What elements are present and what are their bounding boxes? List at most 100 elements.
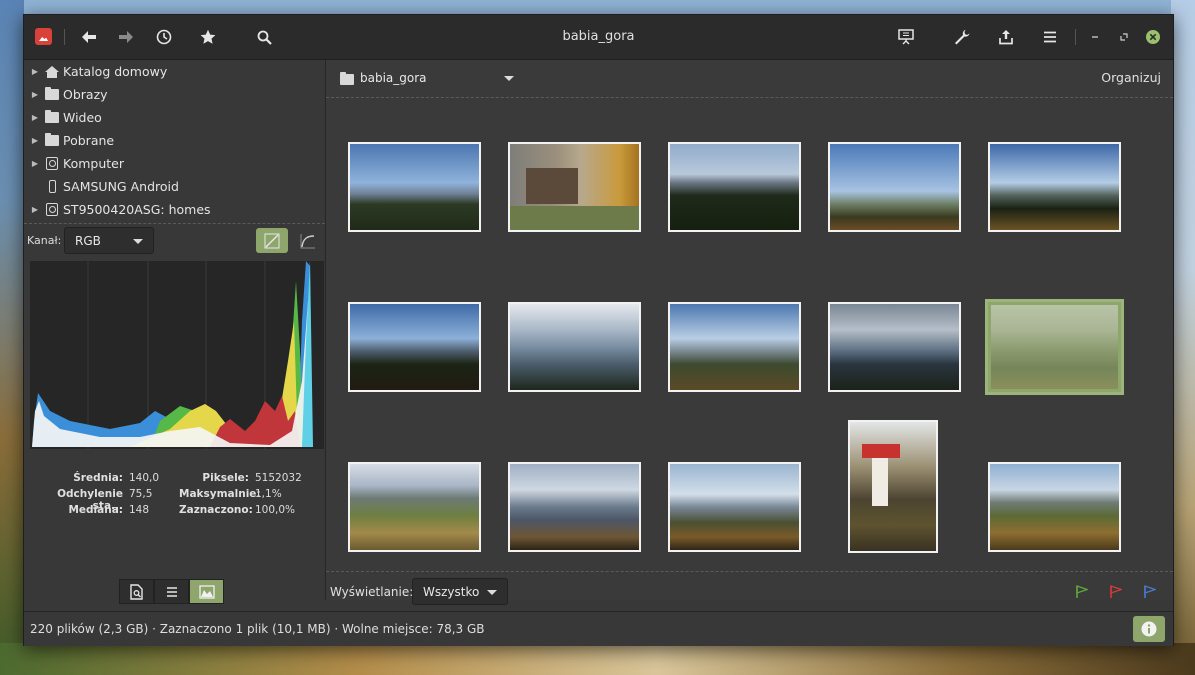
folder-icon bbox=[45, 110, 59, 123]
thumbnail[interactable] bbox=[828, 142, 961, 232]
thumbnail[interactable] bbox=[348, 142, 481, 232]
place-computer[interactable]: ▶ Komputer bbox=[24, 152, 325, 175]
thumbnail[interactable] bbox=[508, 142, 641, 232]
file-properties-button[interactable] bbox=[119, 579, 154, 604]
place-downloads[interactable]: ▶ Pobrane bbox=[24, 129, 325, 152]
thumbnail-grid bbox=[326, 98, 1173, 570]
max-label: Maksymalnie: bbox=[179, 488, 261, 500]
filter-select[interactable]: Wszystko bbox=[412, 578, 508, 605]
channel-select[interactable]: RGB bbox=[64, 227, 154, 254]
logarithmic-scale-button[interactable] bbox=[292, 228, 324, 253]
export-icon bbox=[999, 30, 1013, 45]
thumbnail[interactable] bbox=[988, 462, 1121, 552]
thumbnail[interactable] bbox=[508, 462, 641, 552]
median-label: Mediana: bbox=[68, 504, 123, 516]
linear-scale-icon bbox=[264, 233, 280, 248]
thumbnail[interactable] bbox=[508, 302, 641, 392]
place-pictures[interactable]: ▶ Obrazy bbox=[24, 83, 325, 106]
histogram-icon bbox=[198, 584, 215, 599]
info-button[interactable] bbox=[1133, 616, 1165, 642]
red-flag-icon[interactable] bbox=[1110, 585, 1122, 599]
thumbnail[interactable] bbox=[348, 462, 481, 552]
expand-arrow-icon[interactable]: ▶ bbox=[26, 136, 44, 145]
file-search-icon bbox=[129, 583, 143, 600]
close-button[interactable] bbox=[1141, 25, 1165, 49]
stddev-value: 75,5 bbox=[129, 488, 153, 500]
linear-scale-button[interactable] bbox=[256, 228, 288, 253]
minimize-icon bbox=[1092, 36, 1098, 38]
folder-icon bbox=[45, 87, 59, 100]
place-videos[interactable]: ▶ Wideo bbox=[24, 106, 325, 129]
phone-icon bbox=[48, 180, 56, 193]
disk-icon bbox=[46, 157, 58, 170]
sidebar-view-switch bbox=[119, 579, 224, 604]
minimize-button[interactable] bbox=[1083, 25, 1107, 49]
disk-icon bbox=[46, 203, 58, 216]
thumbnail[interactable] bbox=[828, 302, 961, 392]
logarithmic-scale-icon bbox=[300, 233, 315, 248]
expand-arrow-icon[interactable]: ▶ bbox=[26, 159, 44, 168]
organize-button[interactable]: Organizuj bbox=[1101, 70, 1161, 85]
folder-selector[interactable]: babia_gora bbox=[334, 65, 524, 91]
place-network-homes[interactable]: ▶ ST9500420ASG: homes bbox=[24, 198, 325, 221]
tools-button[interactable] bbox=[950, 25, 974, 49]
thumbnail-selected[interactable] bbox=[985, 299, 1124, 395]
expand-arrow-icon[interactable]: ▶ bbox=[26, 205, 44, 214]
close-icon bbox=[1146, 30, 1160, 44]
wrench-icon bbox=[955, 29, 970, 45]
desktop-background-left bbox=[0, 0, 24, 675]
selected-value: 100,0% bbox=[255, 504, 296, 516]
histogram-view-button[interactable] bbox=[189, 579, 224, 604]
expand-arrow-icon[interactable]: ▶ bbox=[26, 67, 44, 76]
place-samsung-android[interactable]: SAMSUNG Android bbox=[24, 175, 325, 198]
place-label: Pobrane bbox=[63, 133, 115, 148]
filter-bar: Wyświetlanie: Wszystko bbox=[326, 573, 1173, 611]
desktop-background-bottom bbox=[0, 643, 1195, 675]
histogram-graph bbox=[32, 261, 313, 449]
location-bar: babia_gora Organizuj bbox=[326, 60, 1173, 96]
place-label: ST9500420ASG: homes bbox=[63, 202, 211, 217]
slideshow-button[interactable] bbox=[894, 25, 918, 49]
thumbnail[interactable] bbox=[668, 462, 801, 552]
places-list: ▶ Katalog domowy ▶ Obrazy ▶ Wideo ▶ Pobr… bbox=[24, 60, 325, 221]
chevron-down-icon bbox=[504, 76, 514, 81]
green-flag-icon[interactable] bbox=[1076, 585, 1088, 599]
status-summary: 220 plików (2,3 GB) · Zaznaczono 1 plik … bbox=[30, 622, 485, 636]
mean-label: Średnia: bbox=[73, 472, 123, 484]
maximize-button[interactable] bbox=[1112, 25, 1136, 49]
filter-value: Wszystko bbox=[423, 584, 480, 599]
place-label: Komputer bbox=[63, 156, 124, 171]
place-home[interactable]: ▶ Katalog domowy bbox=[24, 60, 325, 83]
export-button[interactable] bbox=[994, 25, 1018, 49]
menu-icon bbox=[1044, 31, 1056, 43]
channel-label: Kanał: bbox=[27, 234, 62, 247]
place-label: Obrazy bbox=[63, 87, 108, 102]
mean-value: 140,0 bbox=[129, 472, 160, 484]
status-bar: 220 plików (2,3 GB) · Zaznaczono 1 plik … bbox=[24, 611, 1173, 646]
expand-arrow-icon[interactable]: ▶ bbox=[26, 113, 44, 122]
chevron-down-icon bbox=[487, 589, 497, 595]
thumbnail[interactable] bbox=[348, 302, 481, 392]
image-viewer-window: babia_gora ▶ Katalog domowy ▶ Obrazy ▶ W… bbox=[23, 14, 1174, 646]
histogram bbox=[30, 261, 324, 449]
folder-icon bbox=[45, 133, 59, 146]
thumbnail[interactable] bbox=[848, 420, 938, 553]
toolbar-separator bbox=[1075, 29, 1076, 45]
divider bbox=[24, 223, 325, 224]
thumbnail[interactable] bbox=[668, 142, 801, 232]
expand-arrow-icon[interactable]: ▶ bbox=[26, 90, 44, 99]
channel-value: RGB bbox=[75, 233, 101, 248]
list-icon bbox=[166, 586, 177, 597]
median-value: 148 bbox=[129, 504, 150, 516]
thumbnail[interactable] bbox=[988, 142, 1121, 232]
pixels-label: Piksele: bbox=[202, 472, 249, 484]
thumbnail[interactable] bbox=[668, 302, 801, 392]
chevron-down-icon bbox=[133, 238, 143, 244]
menu-button[interactable] bbox=[1038, 25, 1062, 49]
list-view-button[interactable] bbox=[154, 579, 189, 604]
blue-flag-icon[interactable] bbox=[1144, 585, 1156, 599]
home-icon bbox=[45, 65, 59, 78]
filter-label: Wyświetlanie: bbox=[330, 585, 414, 599]
maximize-icon bbox=[1120, 33, 1128, 41]
selected-label: Zaznaczono: bbox=[179, 504, 253, 516]
